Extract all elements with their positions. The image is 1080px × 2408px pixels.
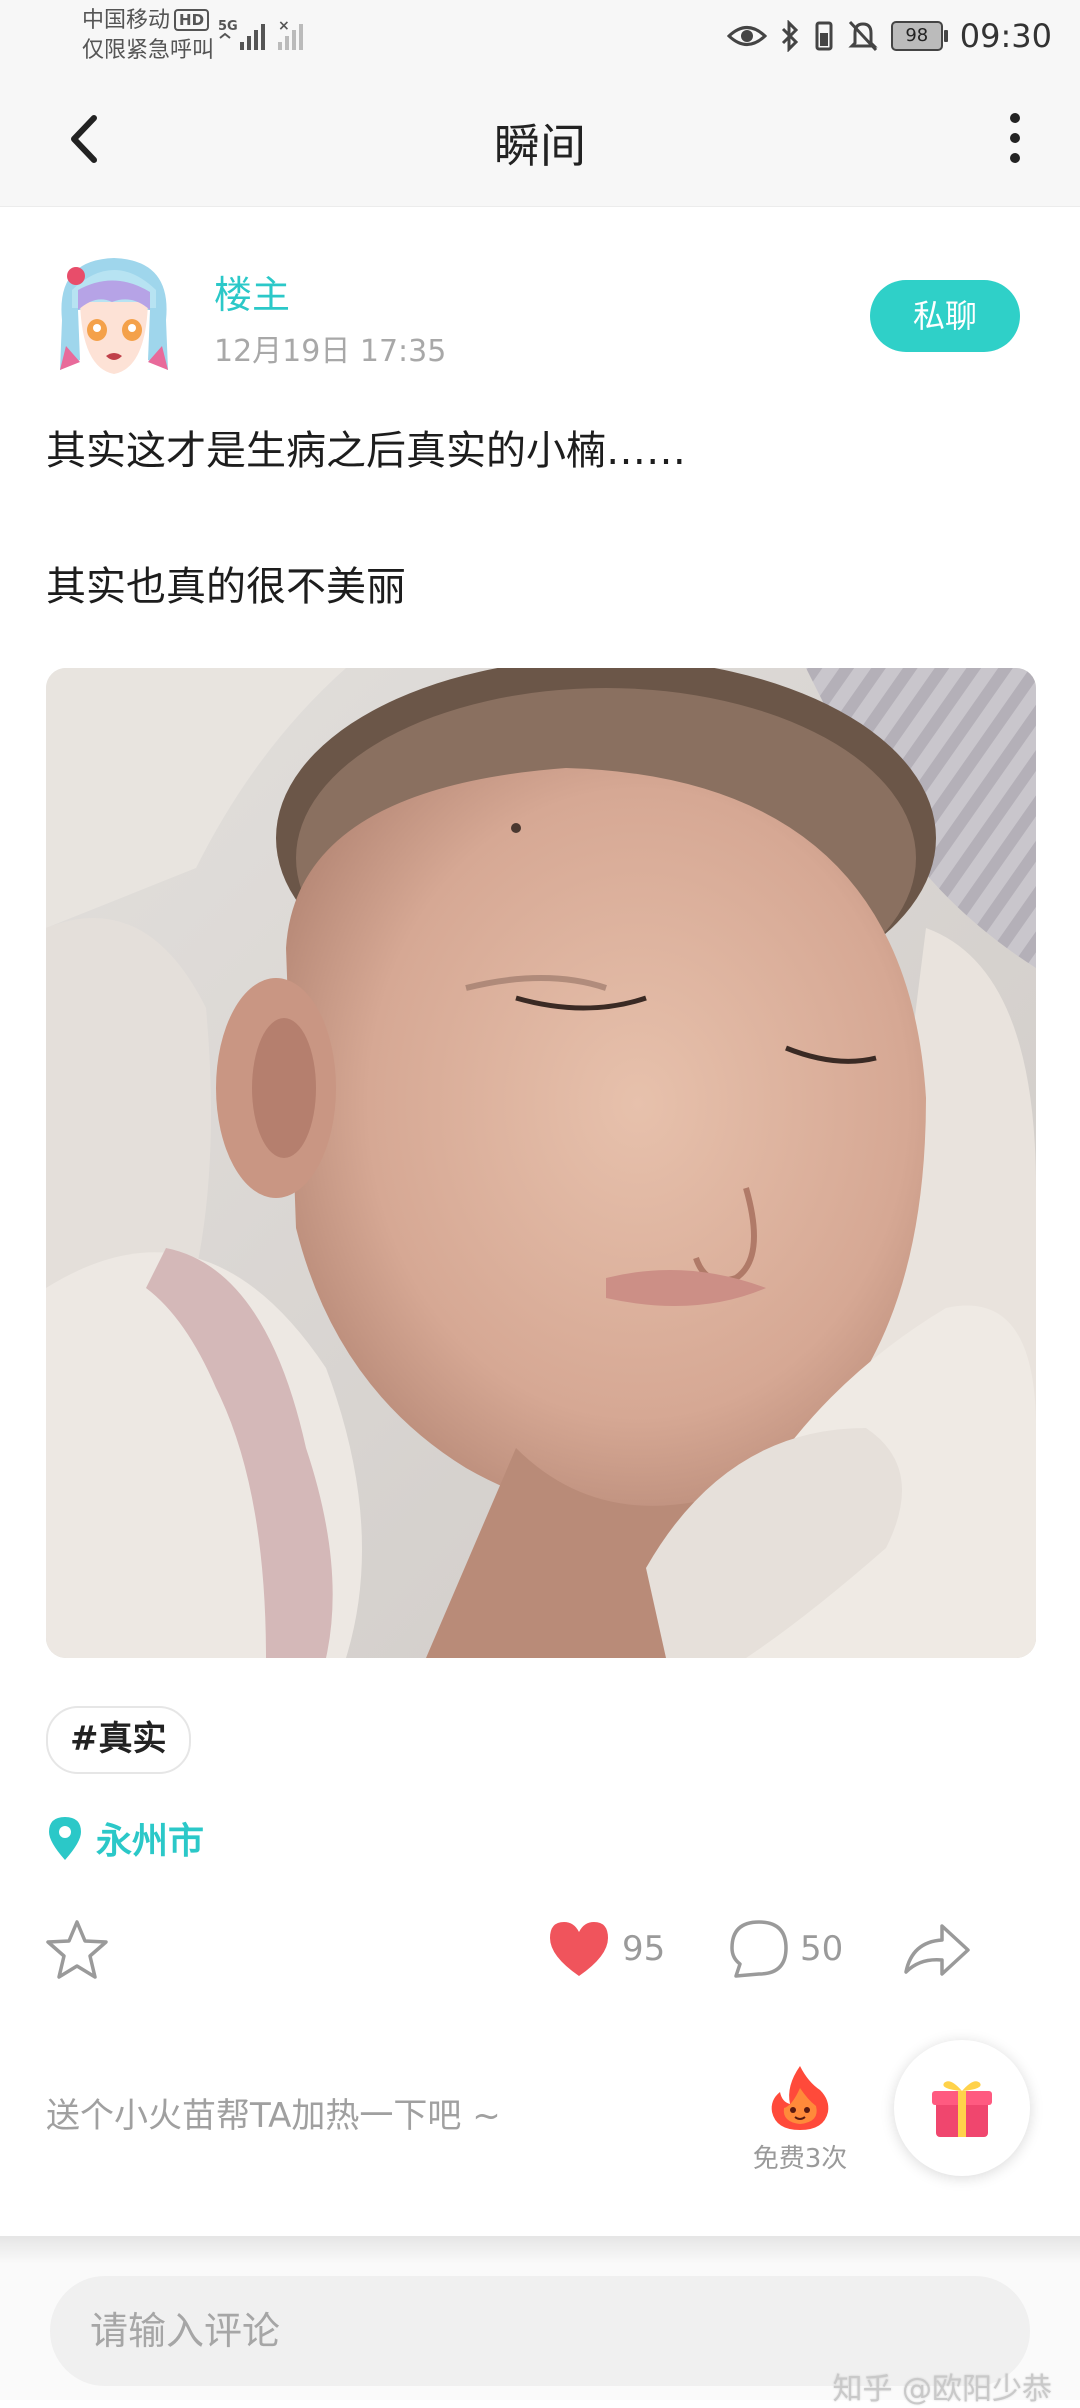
clock: 09:30 — [959, 17, 1052, 55]
favorite-button[interactable] — [44, 1918, 110, 1982]
heart-icon — [550, 1922, 608, 1976]
heat-up-prompt: 送个小火苗帮TA加热一下吧 ~ — [46, 2096, 501, 2136]
gift-button[interactable] — [894, 2040, 1030, 2176]
like-button[interactable]: 95 — [546, 1918, 665, 1980]
anime-avatar-image — [60, 258, 168, 374]
title-bar: 瞬间 — [0, 72, 1080, 207]
more-button[interactable] — [980, 104, 1050, 174]
topic-tag[interactable]: #真实 — [46, 1706, 191, 1774]
private-message-button[interactable]: 私聊 — [870, 280, 1020, 352]
location-name: 永州市 — [96, 1821, 205, 1862]
free-count-label: 免费3次 — [752, 2144, 848, 2174]
fire-button[interactable]: 免费3次 — [740, 2064, 860, 2175]
action-bar: 95 50 — [0, 1910, 1080, 1990]
post-text-line: 其实这才是生病之后真实的小楠…… — [46, 428, 686, 474]
bell-muted-icon — [848, 20, 878, 52]
like-count: 95 — [622, 1929, 666, 1969]
flame-icon — [771, 2066, 829, 2130]
emergency-text: 仅限紧急呼叫 — [82, 38, 215, 63]
more-vertical-icon — [1010, 113, 1020, 163]
svg-text:×: × — [278, 18, 290, 34]
location[interactable]: 永州市 — [46, 1812, 204, 1864]
comment-count: 50 — [800, 1929, 844, 1969]
gift-icon — [932, 2081, 992, 2137]
comment-button[interactable]: 50 — [728, 1918, 843, 1980]
share-button[interactable] — [902, 1920, 972, 1980]
author-name[interactable]: 楼主 — [214, 264, 290, 319]
comment-bubble-icon — [730, 1920, 788, 1978]
post-text-line: 其实也真的很不美丽 — [46, 564, 406, 610]
hd-badge: HD — [174, 9, 210, 31]
post-photo[interactable] — [46, 668, 1036, 1658]
network-type: 5G — [218, 19, 238, 34]
avatar[interactable] — [52, 250, 176, 384]
status-bar: 中国移动 HD 仅限紧急呼叫 5G × 98 09:30 — [0, 0, 1080, 72]
photo-image — [46, 668, 1036, 1658]
divider — [0, 2236, 1080, 2264]
battery-level: 98 — [890, 21, 943, 51]
signal-icon: 5G × — [218, 18, 303, 50]
location-pin-icon — [49, 1817, 81, 1860]
carrier-name: 中国移动 — [82, 8, 171, 33]
bluetooth-icon — [781, 20, 798, 52]
watermark: 知乎 @欧阳少恭 — [832, 2372, 1052, 2407]
status-right: 98 09:30 — [726, 14, 1052, 58]
vibrate-battery-icon — [815, 21, 833, 51]
battery-indicator: 98 — [890, 21, 948, 51]
post-timestamp: 12月19日 17:35 — [214, 334, 447, 369]
page-title: 瞬间 — [494, 119, 586, 173]
carrier-info: 中国移动 HD 仅限紧急呼叫 — [82, 6, 214, 66]
post-body: 其实这才是生病之后真实的小楠…… 其实也真的很不美丽 — [46, 420, 1036, 618]
star-icon — [46, 1920, 108, 1979]
share-arrow-icon — [904, 1924, 970, 1976]
eye-icon — [726, 26, 767, 46]
